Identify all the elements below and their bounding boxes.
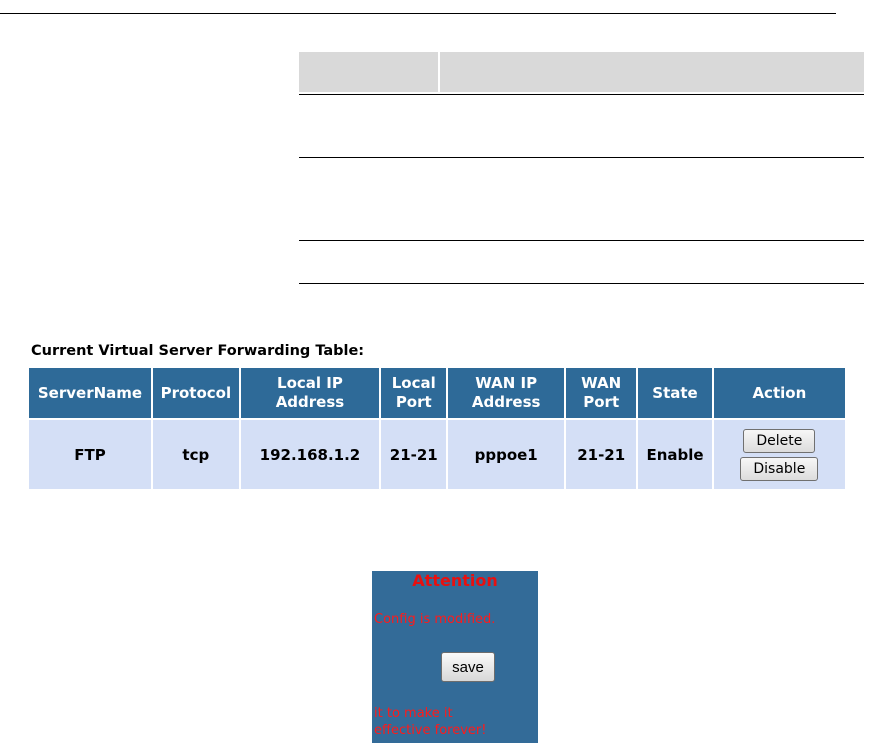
cell-wan-ip: pppoe1 [448,420,565,489]
disable-button[interactable]: Disable [740,456,819,481]
forwarding-table: ServerName Protocol Local IP Address Loca… [27,366,847,491]
cell-local-ip: 192.168.1.2 [240,420,380,489]
attention-title: Attention [412,571,498,590]
attention-message: Config is modified. [374,612,496,627]
description-table-rule [299,94,864,95]
description-table-rule [299,283,864,284]
column-header-local-port-line1: Local [391,374,436,392]
column-header-wan-ip: WAN IP Address [448,368,565,418]
column-header-state: State [638,368,712,418]
cell-local-port: 21-21 [381,420,447,489]
cell-state: Enable [638,420,712,489]
cell-protocol: tcp [152,420,239,489]
delete-button[interactable]: Delete [743,428,816,453]
forwarding-table-title: Current Virtual Server Forwarding Table: [31,343,365,359]
column-header-action: Action [713,368,845,418]
table-row: FTP tcp 192.168.1.2 21-21 pppoe1 21-21 E… [29,420,845,489]
save-button[interactable]: save [441,652,495,682]
description-table-header-divider [438,52,440,92]
column-header-local-ip-line2: Address [275,393,345,411]
column-header-wan-port-line1: WAN [581,374,622,392]
column-header-wan-port-line2: Port [583,393,620,411]
column-header-protocol: Protocol [152,368,239,418]
description-table-rule [299,240,864,241]
column-header-local-port: Local Port [381,368,447,418]
column-header-server-name: ServerName [29,368,151,418]
cell-wan-port: 21-21 [566,420,637,489]
column-header-wan-port: WAN Port [566,368,637,418]
attention-note: it to make it effective forever! [374,705,486,739]
column-header-local-ip-line1: Local IP [277,374,343,392]
forwarding-table-header-row: ServerName Protocol Local IP Address Loca… [29,368,845,418]
page-top-rule [0,13,836,14]
column-header-local-ip: Local IP Address [240,368,380,418]
attention-note-line2: effective forever! [374,723,487,738]
column-header-local-port-line2: Port [395,393,432,411]
column-header-wan-ip-line1: WAN IP [475,374,538,392]
description-table-header [299,52,864,92]
attention-box: Attention Config is modified. save it to… [372,571,538,743]
description-table-rule [299,157,864,158]
cell-server-name: FTP [29,420,151,489]
attention-note-line1: it to make it [374,706,453,721]
cell-action: Delete Disable [713,420,845,489]
column-header-wan-ip-line2: Address [471,393,541,411]
description-table [299,52,864,284]
